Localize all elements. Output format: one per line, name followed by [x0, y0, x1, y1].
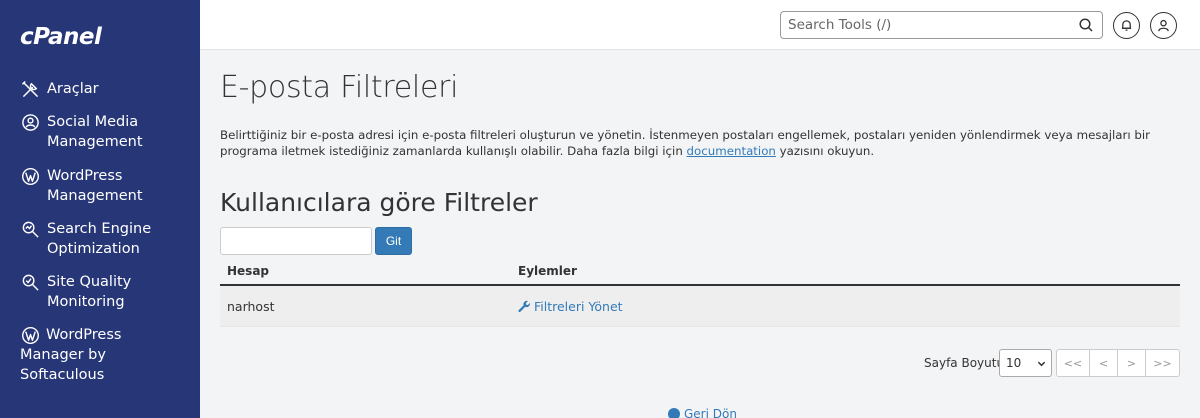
wordpress-icon — [20, 166, 40, 186]
description-text: Belirttiğiniz bir e-posta adresi için e-… — [220, 128, 1150, 158]
column-header-account[interactable]: Hesap — [220, 264, 511, 278]
first-page-button[interactable]: << — [1056, 349, 1090, 377]
manage-filters-label: Filtreleri Yönet — [534, 298, 623, 314]
sidebar-item-label: Search Engine Optimization — [47, 221, 152, 257]
next-page-button[interactable]: > — [1117, 349, 1146, 377]
filters-table: Hesap Eylemler narhost Filtreleri Yönet — [220, 257, 1180, 327]
user-icon — [1158, 19, 1169, 32]
back-link-label: Geri Dön — [684, 407, 737, 418]
account-cell: narhost — [227, 298, 275, 314]
page-size-select[interactable]: 10 — [999, 349, 1052, 377]
sidebar-item-social-media[interactable]: Social Media Management — [20, 112, 195, 152]
cpanel-logo[interactable]: cPanel — [20, 24, 102, 50]
seo-icon — [20, 219, 40, 239]
bell-icon — [1121, 20, 1132, 31]
wordpress-icon — [20, 325, 40, 345]
notifications-button[interactable] — [1113, 12, 1140, 39]
sidebar-item-araclar[interactable]: Araçlar — [20, 79, 195, 99]
column-header-actions: Eylemler — [518, 263, 577, 278]
sidebar-item-label: Araçlar — [47, 81, 99, 97]
sidebar-item-wordpress-manager-softaculous[interactable]: WordPress Manager by Softaculous — [20, 325, 150, 385]
search-icon[interactable] — [1078, 17, 1094, 33]
sidebar-item-wordpress-management[interactable]: WordPress Management — [20, 166, 195, 206]
actions-cell: Filtreleri Yönet — [511, 299, 623, 314]
prev-page-button[interactable]: < — [1089, 349, 1118, 377]
table-header: Hesap Eylemler — [220, 257, 1180, 286]
sidebar-item-label: Social Media Management — [47, 114, 143, 150]
page-description: Belirttiğiniz bir e-posta adresi için e-… — [220, 127, 1190, 159]
manage-filters-link[interactable]: Filtreleri Yönet — [518, 299, 623, 314]
user-menu-button[interactable] — [1150, 12, 1177, 39]
documentation-link[interactable]: documentation — [687, 144, 776, 158]
back-arrow-icon — [668, 408, 680, 418]
tools-icon — [20, 79, 40, 99]
site-quality-icon — [20, 272, 40, 292]
search-input[interactable] — [781, 17, 1071, 33]
search-box[interactable] — [780, 11, 1103, 39]
sidebar: cPanel Araçlar Social Media Management W… — [0, 0, 200, 418]
page-title: E-posta Filtreleri — [220, 70, 459, 105]
go-button[interactable]: Git — [375, 227, 412, 255]
back-link[interactable]: Geri Dön — [668, 407, 737, 418]
page-size-label: Sayfa Boyutu — [924, 356, 1005, 370]
section-title: Kullanıcılara göre Filtreler — [220, 188, 538, 217]
sidebar-item-label: Site Quality Monitoring — [47, 274, 132, 310]
sidebar-item-site-quality[interactable]: Site Quality Monitoring — [20, 272, 195, 312]
wrench-icon — [518, 300, 530, 312]
page-size-value: 10 — [1006, 356, 1022, 370]
sidebar-item-label: WordPress Management — [47, 168, 143, 204]
social-media-icon — [20, 112, 40, 132]
table-row: narhost Filtreleri Yönet — [220, 286, 1180, 327]
filter-input[interactable] — [220, 227, 372, 255]
main-content: E-posta Filtreleri Belirttiğiniz bir e-p… — [200, 51, 1200, 418]
chevron-down-icon — [1037, 361, 1046, 367]
top-header — [200, 0, 1200, 50]
description-text-end: yazısını okuyun. — [775, 144, 875, 158]
last-page-button[interactable]: >> — [1145, 349, 1180, 377]
sidebar-item-seo[interactable]: Search Engine Optimization — [20, 219, 195, 259]
